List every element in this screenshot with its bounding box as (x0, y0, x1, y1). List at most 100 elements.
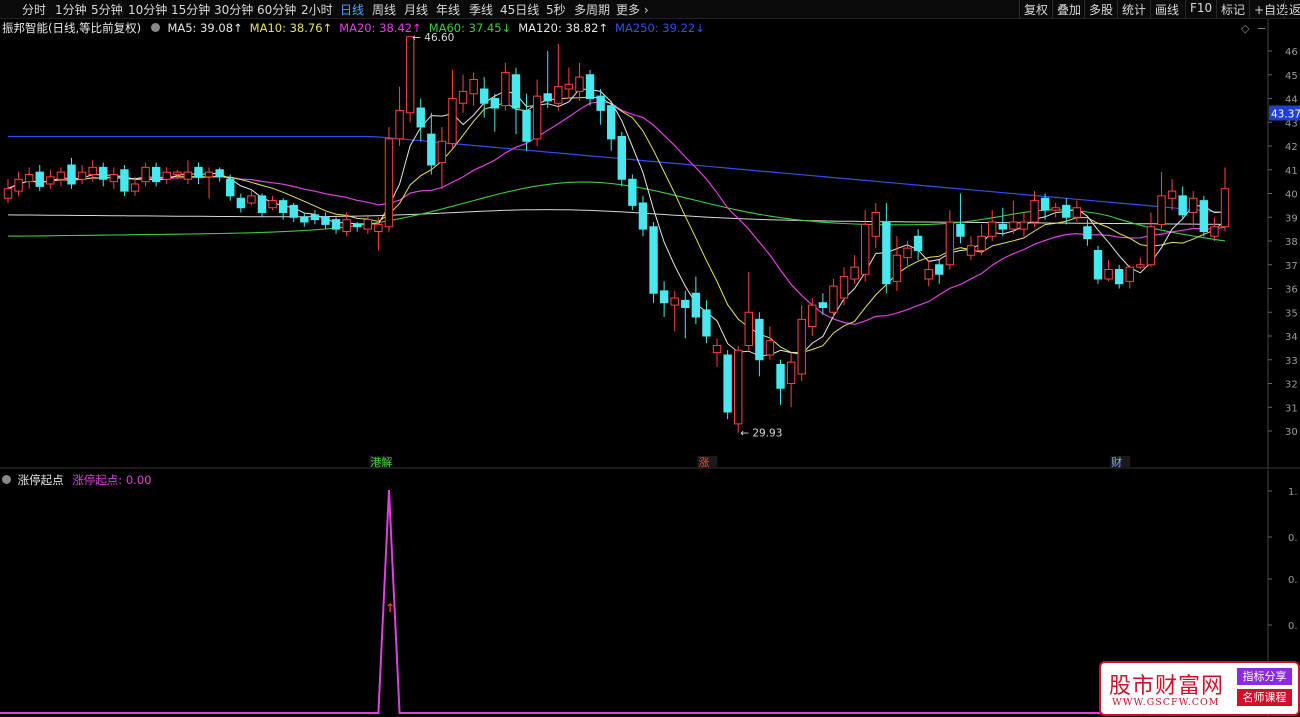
candle-body (342, 219, 351, 232)
price-chart[interactable]: 464544434241403938373635343332313043.37◇… (0, 19, 1300, 469)
toolbar-button-8[interactable]: 返 (1289, 1, 1300, 18)
toolbar-button-3[interactable]: 统计 (1122, 1, 1146, 18)
toolbar-button-6[interactable]: 标记 (1221, 1, 1245, 18)
candle-body (1072, 207, 1082, 218)
toolbar-button-5[interactable]: F10 (1190, 1, 1212, 15)
ma5-line (7, 88, 1226, 357)
candle-body (1062, 204, 1071, 218)
candle-body (1009, 221, 1018, 230)
candle-body (1051, 207, 1060, 211)
candle-body (987, 221, 997, 237)
candle-body (956, 223, 965, 237)
period-tab-2[interactable]: 5分钟 (91, 1, 123, 18)
candle-body (363, 219, 373, 230)
toolbar-separator (1117, 0, 1118, 18)
period-tab-6[interactable]: 60分钟 (257, 1, 296, 18)
candle-body (416, 107, 425, 128)
price-tick-label: 31 (1285, 403, 1298, 414)
candle-body (88, 166, 97, 175)
candle-body (860, 223, 870, 275)
candle-body (691, 292, 701, 318)
minus-icon: − (1257, 22, 1266, 35)
price-tick-label: 39 (1285, 213, 1298, 224)
period-tab-11[interactable]: 年线 (436, 1, 460, 18)
current-price-label: 43.37 (1271, 108, 1300, 120)
period-tab-7[interactable]: 2小时 (301, 1, 333, 18)
candle-body (659, 290, 669, 304)
candle-body (575, 76, 584, 92)
candle-body (331, 219, 341, 230)
period-tab-13[interactable]: 45日线 (500, 1, 539, 18)
candle-body (617, 136, 626, 180)
candle-body (596, 95, 605, 111)
candle-body (1019, 221, 1029, 230)
candle-body (162, 171, 171, 180)
toolbar-button-1[interactable]: 叠加 (1057, 1, 1081, 18)
period-tab-8[interactable]: 日线 (340, 1, 364, 18)
period-tab-15[interactable]: 多周期 (574, 1, 610, 18)
candle-body (1199, 200, 1209, 232)
period-toolbar: 分时 1分钟 5分钟 10分钟 15分钟 30分钟 60分钟 2小时 日线 周线 月线 年线 季线 45日… (0, 0, 1300, 19)
candle-body (1146, 226, 1156, 266)
period-tab-9[interactable]: 周线 (372, 1, 396, 18)
candle-body (46, 176, 55, 185)
low-price-label: ← 29.93 (740, 428, 782, 440)
indicator-name[interactable]: 涨停起点 (18, 473, 64, 487)
candle-body (458, 90, 468, 104)
price-tick-label: 34 (1285, 332, 1298, 343)
price-tick-label: 42 (1285, 142, 1298, 153)
candle-body (289, 204, 298, 218)
period-tab-5[interactable]: 30分钟 (214, 1, 253, 18)
candle-body (1210, 226, 1219, 237)
logo-text: 股市财富网 (1109, 674, 1225, 699)
candle-body (501, 71, 510, 107)
toolbar-button-2[interactable]: 多股 (1089, 1, 1113, 18)
period-tab-10[interactable]: 月线 (404, 1, 428, 18)
toolbar-button-0[interactable]: 复权 (1024, 1, 1048, 18)
candle-body (1157, 195, 1166, 225)
candle-body (924, 269, 933, 280)
candle-body (1093, 250, 1103, 280)
signal-line (0, 489, 1268, 714)
candle-body (14, 178, 23, 192)
candle-body (247, 195, 256, 204)
price-tick-label: 38 (1285, 237, 1298, 248)
candle-body (702, 309, 711, 337)
period-tab-1[interactable]: 1分钟 (55, 1, 87, 18)
candle-body (522, 109, 531, 142)
logo-tag-top: 指标分享 (1237, 668, 1292, 685)
price-tick-label: 37 (1285, 261, 1298, 272)
candle-body (300, 216, 309, 223)
toolbar-button-4[interactable]: 画线 (1155, 1, 1179, 18)
event-marker: 港解 (370, 455, 392, 469)
watermark-logo: 股市财富网 WWW.GSCFW.COM 指标分享 名师课程 (1099, 661, 1300, 716)
candle-body (882, 221, 891, 285)
toolbar-separator (1084, 0, 1085, 18)
period-tab-16[interactable]: 更多 › (616, 1, 649, 18)
price-tick-label: 45 (1285, 71, 1298, 82)
period-tab-14[interactable]: 5秒 (546, 1, 566, 18)
candle-body (1136, 264, 1145, 268)
candle-body (1220, 188, 1230, 228)
candle-body (1167, 190, 1177, 199)
candle-body (1104, 269, 1113, 280)
price-tick-label: 36 (1285, 285, 1298, 296)
period-tab-4[interactable]: 15分钟 (171, 1, 210, 18)
candle-body (755, 318, 764, 361)
candle-body (935, 264, 944, 275)
period-tab-0[interactable]: 分时 (22, 1, 46, 18)
period-tab-12[interactable]: 季线 (469, 1, 493, 18)
candle-body (543, 93, 552, 102)
candle-body (321, 216, 330, 225)
candle-body (670, 297, 679, 306)
candle-body (1083, 226, 1092, 240)
candle-body (278, 200, 288, 213)
period-tab-3[interactable]: 10分钟 (128, 1, 167, 18)
candle-body (226, 178, 235, 197)
indicator-settings-icon[interactable] (2, 475, 11, 484)
candle-body (1040, 197, 1050, 211)
candle-body (77, 171, 87, 180)
toolbar-button-7[interactable]: +自选 (1254, 1, 1288, 18)
candle-body (1178, 195, 1187, 216)
candle-body (236, 197, 246, 209)
